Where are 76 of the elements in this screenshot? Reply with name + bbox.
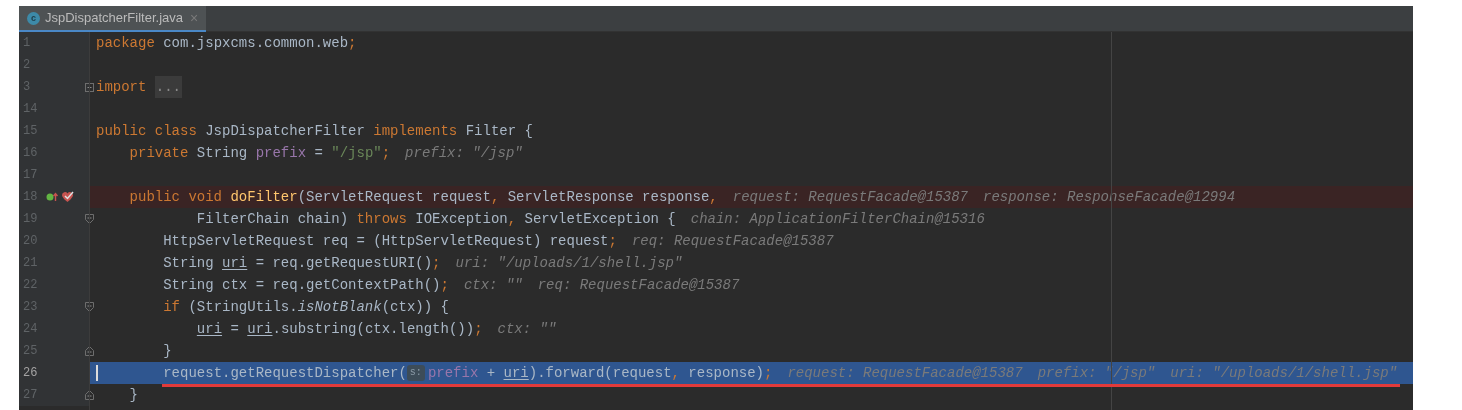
code-text: } <box>129 386 138 405</box>
code-text: (ServletRequest request <box>297 188 491 207</box>
inline-value-hint: ctx: "" <box>463 276 523 295</box>
inline-value-hint: uri: "/uploads/1/shell.jsp" <box>1170 364 1398 383</box>
keyword: package <box>96 34 156 53</box>
code-text: JspDispatcherFilter <box>205 122 366 141</box>
punctuation: , <box>671 364 680 383</box>
close-icon[interactable]: × <box>190 7 199 29</box>
file-tab[interactable]: c JspDispatcherFilter.java × <box>19 6 207 32</box>
inline-value-hint: req: RequestFacade@15387 <box>537 276 740 295</box>
code-text: IOException <box>415 210 508 229</box>
fold-marker-icon[interactable] <box>84 388 95 402</box>
fold-marker-icon[interactable] <box>84 212 95 226</box>
inline-value-hint: ctx: "" <box>497 320 557 339</box>
parameter-hint: s: <box>406 365 425 381</box>
code-text: = <box>313 144 324 163</box>
field-name: prefix <box>255 144 307 163</box>
code-text: } <box>163 342 172 361</box>
keyword: if <box>163 298 182 317</box>
fold-marker-icon[interactable] <box>84 300 95 314</box>
code-text: String ctx = req.getContextPath() <box>163 276 441 295</box>
code-text: (ctx)) { <box>381 298 449 317</box>
method-name: doFilter <box>230 188 298 207</box>
reassigned-variable: uri <box>196 320 223 339</box>
fold-marker-icon[interactable] <box>84 344 95 358</box>
code-text: response) <box>687 364 764 383</box>
code-text: String <box>196 144 249 163</box>
keyword: public void <box>129 188 224 207</box>
inline-value-hint: uri: "/uploads/1/shell.jsp" <box>455 254 683 273</box>
string-literal: "/jsp" <box>331 144 382 163</box>
keyword: private <box>129 144 190 163</box>
punctuation: ; <box>440 276 449 295</box>
fold-marker-icon[interactable] <box>84 80 95 94</box>
code-text: .substring(ctx.length()) <box>272 320 475 339</box>
punctuation: ; <box>474 320 483 339</box>
class-icon: c <box>27 11 40 25</box>
line-number: 26 <box>23 365 39 382</box>
punctuation: , <box>709 188 718 207</box>
field-name: prefix <box>427 364 479 383</box>
code-text: FilterChain chain) <box>196 210 350 229</box>
keyword: public class <box>96 122 198 141</box>
static-method-call: isNotBlank <box>297 298 382 317</box>
collapsed-imports-button[interactable]: ... <box>154 76 183 98</box>
punctuation: ; <box>764 364 773 383</box>
code-text: HttpServletRequest req = (HttpServletRequest) request <box>163 232 609 251</box>
reassigned-variable: uri <box>222 254 248 273</box>
inline-value-hint: request: RequestFacade@15387 <box>787 364 1023 383</box>
code-text: ServletException { <box>523 210 676 229</box>
reassigned-variable: uri <box>247 320 273 339</box>
code-text: ).forward(request <box>528 364 672 383</box>
breakpoint-icon[interactable] <box>61 191 74 203</box>
code-text: + <box>485 364 497 383</box>
code-text: Filter { <box>465 122 533 141</box>
code-text: = <box>229 320 240 339</box>
keyword: import <box>96 78 148 97</box>
reassigned-variable: uri <box>503 364 529 383</box>
punctuation: ; <box>608 232 617 251</box>
keyword: throws <box>356 210 408 229</box>
punctuation: , <box>490 188 500 207</box>
punctuation: ; <box>432 254 441 273</box>
punctuation: , <box>507 210 517 229</box>
implements-icon[interactable] <box>46 191 58 203</box>
punctuation: ; <box>348 34 357 53</box>
inline-value-hint: chain: ApplicationFilterChain@15316 <box>690 210 985 229</box>
code-text: = req.getRequestURI() <box>254 254 433 273</box>
code-text: ServletResponse response <box>506 188 710 207</box>
punctuation: ; <box>381 144 391 163</box>
code-text: (StringUtils. <box>188 298 298 317</box>
code-text: request.getRequestDispatcher( <box>163 364 407 383</box>
code-text: com.jspxcms.common.web <box>163 34 349 53</box>
keyword: implements <box>373 122 459 141</box>
inline-value-hint: req: RequestFacade@15387 <box>631 232 834 251</box>
inline-value-hint: response: ResponseFacade@12994 <box>983 188 1236 207</box>
inline-value-hint: prefix: "/jsp" <box>405 144 523 163</box>
inline-value-hint: request: RequestFacade@15387 <box>732 188 968 207</box>
code-text: String <box>163 254 215 273</box>
